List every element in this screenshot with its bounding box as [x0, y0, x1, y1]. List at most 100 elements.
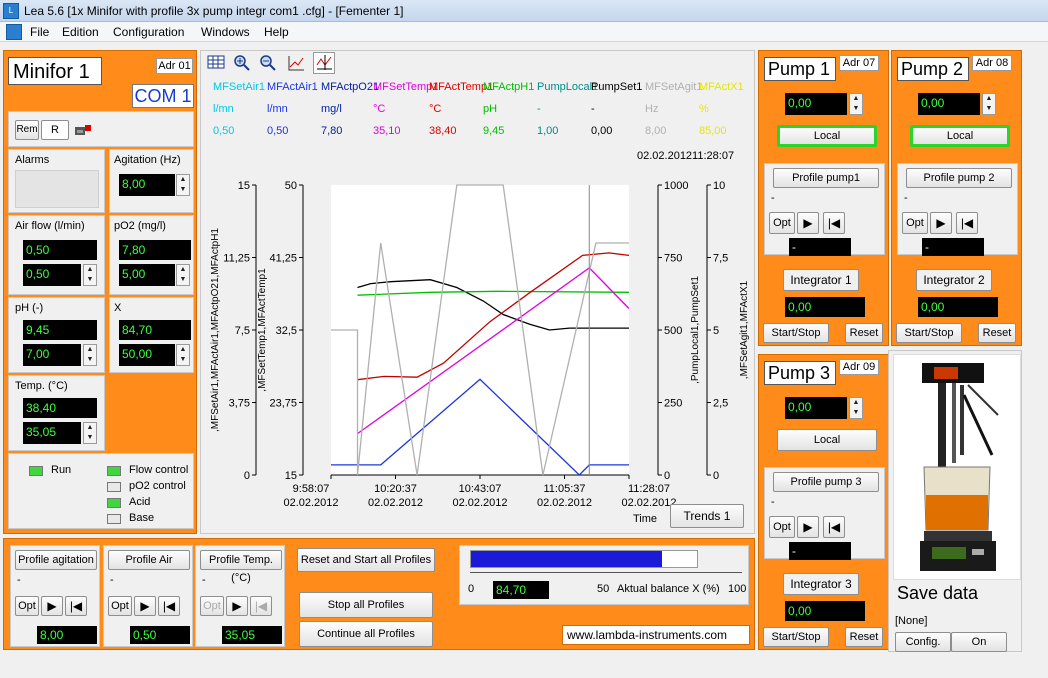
profiles-panel: Profile agitation - Opt ▶ |◀ 8,00 Profile Air -… — [3, 538, 755, 650]
x-tick-date: 02.02.2012 — [283, 497, 338, 509]
pump-spinner[interactable]: ▲ ▼ — [849, 93, 863, 115]
document-icon[interactable] — [6, 24, 22, 40]
opt-button[interactable]: Opt — [769, 212, 795, 234]
skip-back-icon[interactable]: |◀ — [158, 596, 180, 616]
channel-name: PumpSet1 — [591, 81, 643, 93]
website-link[interactable]: www.lambda-instruments.com — [562, 625, 750, 645]
temp-setpoint[interactable]: 35,05 — [23, 422, 81, 444]
play-icon[interactable]: ▶ — [134, 596, 156, 616]
profile-sub: - — [17, 574, 21, 586]
menu-configuration[interactable]: Configuration — [113, 22, 184, 42]
profile-sub: - — [202, 574, 206, 586]
pump-spinner[interactable]: ▲ ▼ — [982, 93, 996, 115]
zoom-out-icon[interactable] — [257, 53, 279, 75]
save-on-button[interactable]: On — [951, 632, 1007, 652]
temp-spinner[interactable]: ▲ ▼ — [83, 422, 97, 444]
local-button[interactable]: Local — [777, 125, 877, 147]
start-stop-button[interactable]: Start/Stop — [763, 323, 829, 343]
reset-button[interactable]: Reset — [978, 323, 1016, 343]
opt-button[interactable]: Opt — [902, 212, 928, 234]
trends-button[interactable]: Trends 1 — [670, 504, 744, 528]
axis-y1-tick-label: 11,25 — [223, 253, 250, 265]
skip-back-icon[interactable]: |◀ — [956, 212, 978, 234]
pump-setpoint[interactable]: 0,00 — [785, 397, 847, 419]
x-label: X — [114, 302, 122, 314]
pump-setpoint[interactable]: 0,00 — [785, 93, 847, 115]
axis-y4-tick-label: 10 — [713, 180, 725, 192]
profile-button[interactable]: Profile Air — [108, 550, 190, 570]
skip-back-icon[interactable]: |◀ — [250, 596, 272, 616]
airflow-setpoint[interactable]: 0,50 — [23, 264, 81, 286]
po2-control-label: pO2 control — [129, 480, 186, 492]
skip-back-icon[interactable]: |◀ — [823, 212, 845, 234]
continue-profiles-button[interactable]: Continue all Profiles — [299, 621, 433, 647]
profile-button[interactable]: Profile Temp. (°C) — [200, 550, 282, 584]
trend-cursor-icon[interactable] — [313, 52, 335, 74]
zoom-in-icon[interactable] — [231, 53, 253, 75]
play-icon[interactable]: ▶ — [930, 212, 952, 234]
x-tick-time: 11:05:37 — [543, 483, 585, 495]
bioreactor-image — [893, 354, 1021, 580]
channel-unit: mg/l — [321, 103, 342, 115]
menu-help[interactable]: Help — [264, 22, 289, 42]
reset-start-profiles-button[interactable]: Reset and Start all Profiles — [297, 548, 435, 572]
profile-box: Profile Air - Opt ▶ |◀ 0,50 — [103, 545, 193, 647]
pump-spinner[interactable]: ▲ ▼ — [849, 397, 863, 419]
chart-icon[interactable] — [285, 53, 307, 75]
channel-value: 35,10 — [373, 125, 401, 137]
x-setpoint[interactable]: 50,00 — [119, 344, 175, 366]
reset-button[interactable]: Reset — [845, 627, 883, 647]
channel-name: MFSetAir1 — [213, 81, 265, 93]
profile-button[interactable]: Profile agitation — [15, 550, 97, 570]
po2-setpoint[interactable]: 5,00 — [119, 264, 175, 286]
x-tick-date: 02.02.2012 — [621, 497, 676, 509]
agitation-spinner[interactable]: ▲ ▼ — [176, 174, 190, 196]
local-button[interactable]: Local — [777, 429, 877, 451]
skip-back-icon[interactable]: |◀ — [65, 596, 87, 616]
pump-title: Pump 3 — [768, 363, 831, 383]
menu-edition[interactable]: Edition — [62, 22, 99, 42]
opt-button[interactable]: Opt — [15, 596, 39, 616]
pump-profile-button[interactable]: Profile pump 3 — [773, 472, 879, 492]
table-icon[interactable] — [205, 53, 227, 75]
channel-name: MFActX1 — [699, 81, 744, 93]
pump-profile-button[interactable]: Profile pump1 — [773, 168, 879, 188]
reset-button[interactable]: Reset — [845, 323, 883, 343]
play-icon[interactable]: ▶ — [797, 212, 819, 234]
stop-profiles-button[interactable]: Stop all Profiles — [299, 592, 433, 618]
play-icon[interactable]: ▶ — [226, 596, 248, 616]
pump-profile-display: - — [789, 542, 851, 560]
channel-value: 1,00 — [537, 125, 559, 137]
config-button[interactable]: Config. — [895, 632, 951, 652]
po2-spinner[interactable]: ▲ ▼ — [176, 264, 190, 286]
pump-profile-sub: - — [771, 192, 775, 204]
menu-windows[interactable]: Windows — [201, 22, 250, 42]
tab-rem[interactable]: Rem — [15, 120, 39, 140]
axis-y3-tick-label: 0 — [664, 470, 670, 482]
tab-r[interactable]: R — [41, 120, 69, 140]
base-led — [107, 514, 121, 524]
pump-title-box: Pump 1 — [764, 57, 836, 81]
x-group: X 84,70 50,00 ▲ ▼ — [109, 297, 194, 373]
pump-profile-button[interactable]: Profile pump 2 — [906, 168, 1012, 188]
start-stop-button[interactable]: Start/Stop — [763, 627, 829, 647]
recorder-icon[interactable] — [73, 122, 95, 138]
agitation-setpoint[interactable]: 8,00 — [119, 174, 175, 196]
opt-button[interactable]: Opt — [769, 516, 795, 538]
x-spinner[interactable]: ▲ ▼ — [176, 344, 190, 366]
ph-spinner[interactable]: ▲ ▼ — [83, 344, 97, 366]
ph-setpoint[interactable]: 7,00 — [23, 344, 81, 366]
start-stop-button[interactable]: Start/Stop — [896, 323, 962, 343]
airflow-spinner[interactable]: ▲ ▼ — [83, 264, 97, 286]
app-icon[interactable]: L — [3, 3, 19, 19]
axis-y3-tick-label: 1000 — [664, 180, 688, 192]
skip-back-icon[interactable]: |◀ — [823, 516, 845, 538]
pump-setpoint[interactable]: 0,00 — [918, 93, 980, 115]
play-icon[interactable]: ▶ — [797, 516, 819, 538]
menu-file[interactable]: File — [30, 22, 49, 42]
local-button[interactable]: Local — [910, 125, 1010, 147]
flow-control-led — [107, 466, 121, 476]
play-icon[interactable]: ▶ — [41, 596, 63, 616]
opt-button[interactable]: Opt — [200, 596, 224, 616]
opt-button[interactable]: Opt — [108, 596, 132, 616]
